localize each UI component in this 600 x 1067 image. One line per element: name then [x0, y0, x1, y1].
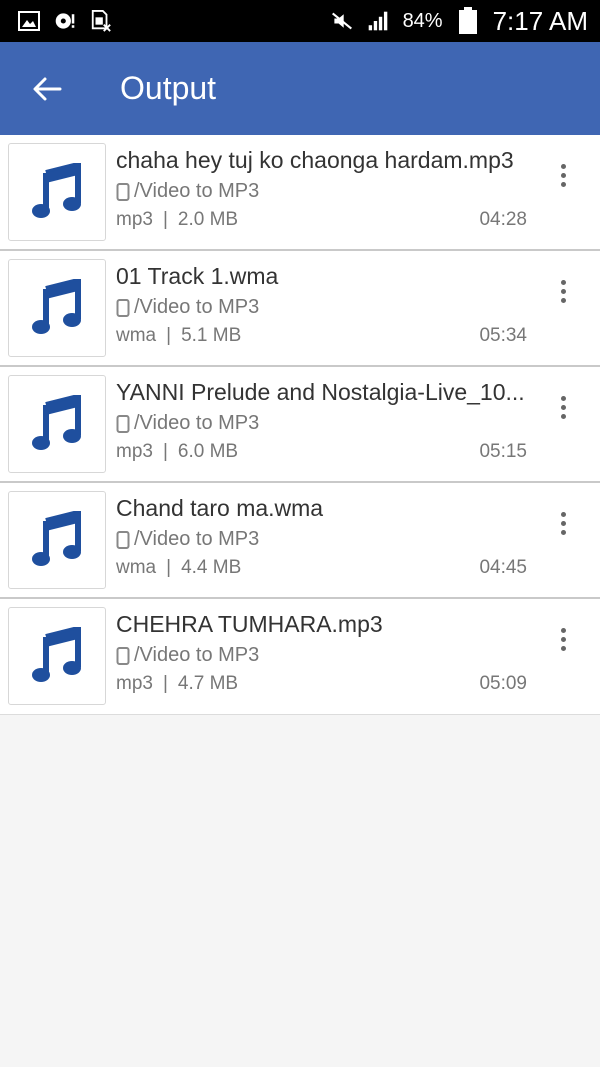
music-thumbnail [8, 607, 106, 705]
sim-error-icon [90, 10, 112, 32]
more-vert-icon [560, 627, 566, 651]
app-bar: Output [0, 42, 600, 135]
file-meta: wma | 5.1 MB [116, 325, 241, 347]
file-meta: mp3 | 2.0 MB [116, 209, 238, 231]
file-size: 5.1 MB [181, 325, 242, 346]
list-item[interactable]: 01 Track 1.wma /Video to MP3 wma | 5.1 MB … [0, 251, 600, 367]
status-icons-left [18, 10, 112, 32]
music-note-icon [32, 163, 81, 218]
path-text: /Video to MP3 [134, 412, 260, 434]
meta-separator: | [166, 325, 172, 346]
file-duration: 05:15 [479, 441, 527, 462]
meta-separator: | [162, 673, 168, 694]
file-path: /Video to MP3 [116, 528, 259, 551]
back-arrow-icon [33, 77, 62, 100]
file-duration: 04:45 [479, 557, 527, 578]
music-note-icon [32, 627, 81, 682]
more-options-button[interactable] [548, 271, 578, 311]
file-meta: wma | 4.4 MB [116, 557, 241, 579]
meta-separator: | [162, 209, 168, 230]
file-size: 4.4 MB [181, 557, 242, 578]
music-note-icon [32, 511, 81, 566]
phone-icon [116, 646, 130, 665]
music-thumbnail [8, 491, 106, 589]
file-size: 4.7 MB [177, 673, 239, 694]
mute-icon [331, 10, 353, 32]
status-icons-right: 84% 7:17 AM [331, 6, 588, 37]
meta-separator: | [166, 557, 172, 578]
file-duration: 04:28 [479, 209, 527, 230]
file-path: /Video to MP3 [116, 296, 259, 319]
file-path: /Video to MP3 [116, 644, 259, 667]
more-vert-icon [560, 163, 566, 187]
music-thumbnail [8, 259, 106, 357]
path-text: /Video to MP3 [134, 296, 260, 318]
clock: 7:17 AM [492, 5, 588, 36]
file-format: wma [116, 557, 157, 578]
file-size: 2.0 MB [177, 209, 239, 230]
list-item[interactable]: chaha hey tuj ko chaonga hardam.mp3 /Vid… [0, 135, 600, 251]
file-meta: mp3 | 4.7 MB [116, 673, 238, 695]
disc-icon [54, 10, 76, 32]
music-thumbnail [8, 143, 106, 241]
file-size: 6.0 MB [177, 441, 239, 462]
file-meta: mp3 | 6.0 MB [116, 441, 238, 463]
file-title: YANNI Prelude and Nostalgia-Live_10... [116, 379, 525, 405]
file-title: Chand taro ma.wma [116, 495, 324, 521]
phone-icon [116, 182, 130, 201]
list-item[interactable]: CHEHRA TUMHARA.mp3 /Video to MP3 mp3 | 4.7… [0, 599, 600, 715]
file-format: mp3 [116, 673, 153, 694]
list-item[interactable]: Chand taro ma.wma /Video to MP3 wma | 4.4 … [0, 483, 600, 599]
file-title: chaha hey tuj ko chaonga hardam.mp3 [116, 147, 514, 173]
file-path: /Video to MP3 [116, 412, 259, 435]
more-vert-icon [560, 279, 566, 303]
more-options-button[interactable] [548, 619, 578, 659]
file-duration: 05:34 [479, 325, 527, 346]
back-button[interactable] [0, 42, 94, 135]
more-options-button[interactable] [548, 155, 578, 195]
music-note-icon [32, 395, 81, 450]
more-vert-icon [560, 395, 566, 419]
file-title: CHEHRA TUMHARA.mp3 [116, 611, 383, 637]
music-note-icon [32, 279, 81, 334]
more-options-button[interactable] [548, 503, 578, 543]
battery-percentage: 84% [402, 9, 443, 32]
path-text: /Video to MP3 [134, 528, 260, 550]
signal-icon [367, 10, 389, 32]
phone-icon [116, 530, 130, 549]
file-list: chaha hey tuj ko chaonga hardam.mp3 /Vid… [0, 135, 600, 715]
phone-icon [116, 414, 130, 433]
page-title: Output [120, 70, 217, 106]
file-format: mp3 [116, 441, 153, 462]
meta-separator: | [162, 441, 168, 462]
gallery-icon [18, 10, 40, 32]
file-duration: 05:09 [479, 673, 527, 694]
phone-icon [116, 298, 130, 317]
file-format: wma [116, 325, 157, 346]
more-vert-icon [560, 511, 566, 535]
file-format: mp3 [116, 209, 153, 230]
list-item[interactable]: YANNI Prelude and Nostalgia-Live_10... /… [0, 367, 600, 483]
path-text: /Video to MP3 [134, 180, 260, 202]
more-options-button[interactable] [548, 387, 578, 427]
file-path: /Video to MP3 [116, 180, 259, 203]
status-bar: 84% 7:17 AM [0, 0, 600, 42]
battery-icon [457, 7, 479, 34]
path-text: /Video to MP3 [134, 644, 260, 666]
music-thumbnail [8, 375, 106, 473]
file-title: 01 Track 1.wma [116, 263, 279, 289]
